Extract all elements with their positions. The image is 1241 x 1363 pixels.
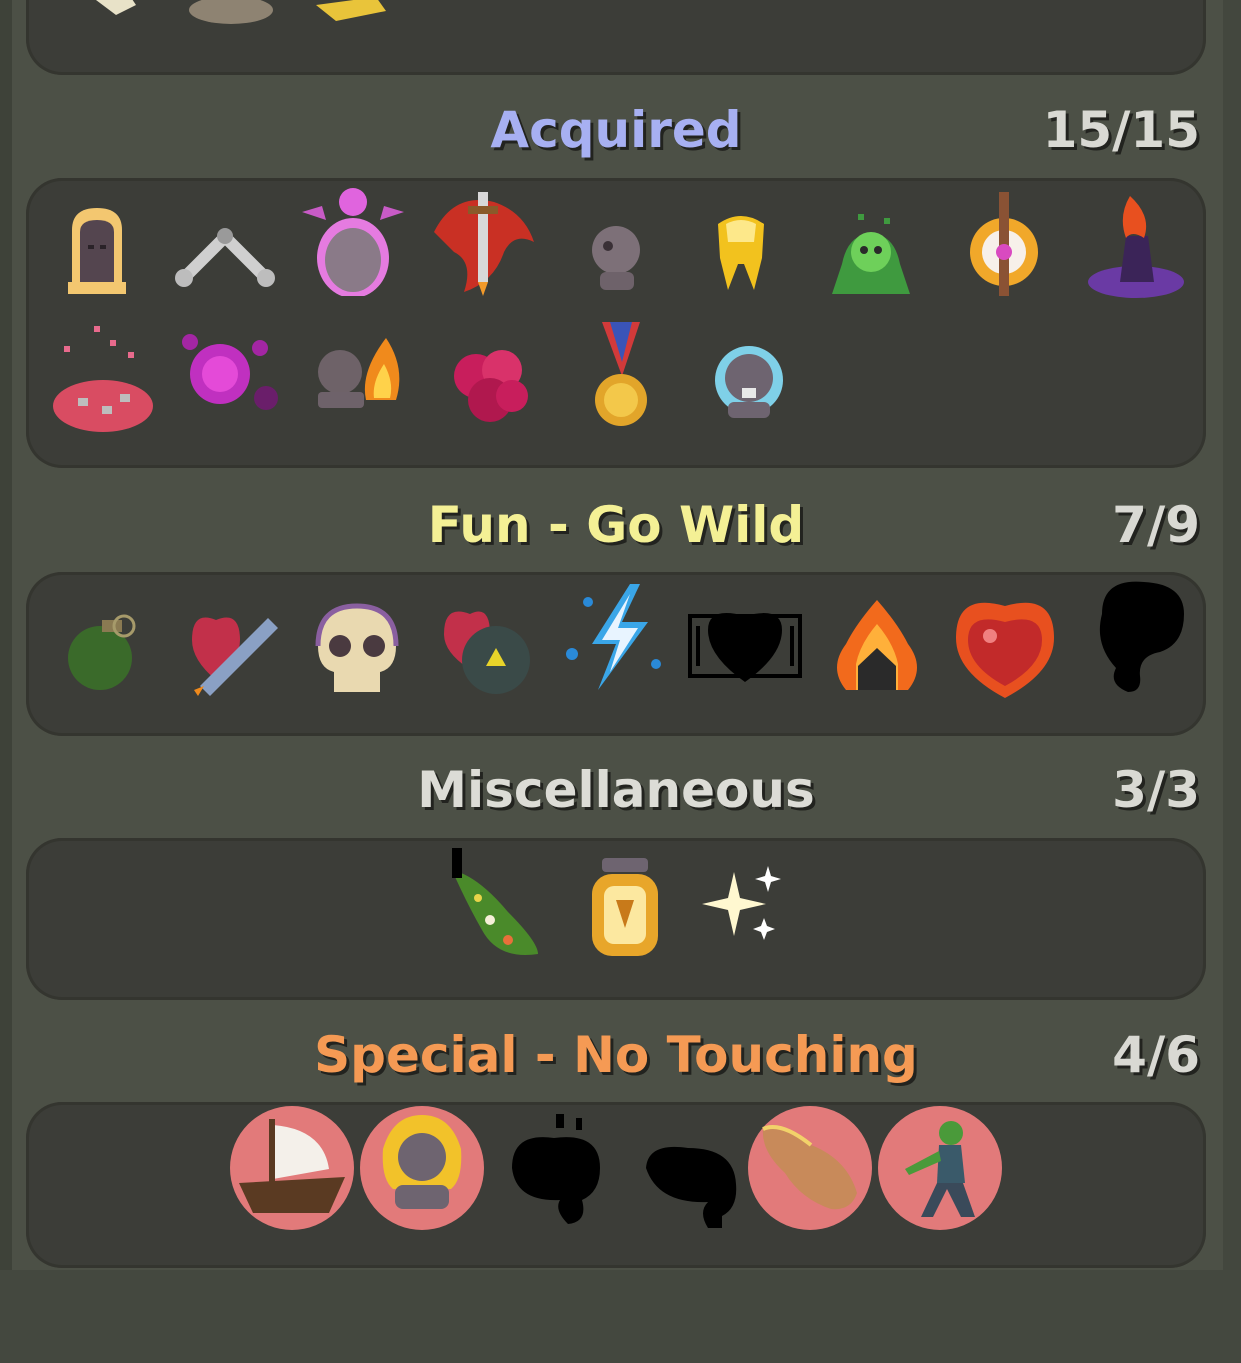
previous-section-panel bbox=[26, 0, 1206, 75]
red-dragon-sword-icon[interactable] bbox=[424, 182, 542, 300]
crimson-berry-cluster-icon[interactable] bbox=[432, 326, 550, 444]
section-count: 3/3 bbox=[1112, 761, 1200, 819]
special-panel bbox=[26, 1102, 1206, 1268]
golden-aura-bust-icon[interactable] bbox=[363, 1109, 481, 1227]
section-count: 7/9 bbox=[1112, 496, 1200, 554]
partial-icon bbox=[96, 0, 136, 15]
golden-haired-head-icon[interactable] bbox=[38, 190, 156, 308]
green-zombie-icon[interactable] bbox=[881, 1109, 999, 1227]
section-title: Miscellaneous bbox=[417, 761, 815, 819]
background-edge-left bbox=[0, 0, 12, 1363]
sailing-ship-icon[interactable] bbox=[233, 1109, 351, 1227]
section-title: Acquired bbox=[490, 101, 742, 159]
background-bottom bbox=[0, 1270, 1241, 1363]
golden-tooth-icon[interactable] bbox=[682, 194, 800, 312]
green-goblin-icon[interactable] bbox=[812, 194, 930, 312]
purple-virus-icon[interactable] bbox=[170, 318, 288, 436]
golden-sword-amulet-icon[interactable] bbox=[940, 186, 1058, 304]
section-title: Fun - Go Wild bbox=[427, 496, 805, 554]
locked-silhouette-icon[interactable] bbox=[504, 1112, 622, 1230]
fun-panel bbox=[26, 572, 1206, 736]
section-header-acquired: Acquired 15/15 bbox=[26, 95, 1206, 165]
locked-silhouette-icon[interactable] bbox=[1078, 574, 1196, 692]
acquired-panel bbox=[26, 178, 1206, 468]
burning-stone-bust-icon[interactable] bbox=[296, 328, 414, 446]
partial-icon bbox=[189, 0, 273, 24]
section-count: 4/6 bbox=[1112, 1026, 1200, 1084]
green-grenade-icon[interactable] bbox=[46, 592, 164, 710]
heart-bomb-icon[interactable] bbox=[430, 594, 548, 712]
heart-rocket-icon[interactable] bbox=[172, 590, 290, 708]
locked-heart-silhouette-icon[interactable] bbox=[686, 586, 804, 704]
small-stone-bust-icon[interactable] bbox=[554, 198, 672, 316]
flaming-heart-icon[interactable] bbox=[946, 582, 1064, 700]
sparkle-icon[interactable] bbox=[694, 858, 812, 976]
pink-ghost-bust-icon[interactable] bbox=[294, 178, 412, 296]
section-title: Special - No Touching bbox=[314, 1026, 918, 1084]
pink-spore-mushroom-icon[interactable] bbox=[44, 316, 162, 434]
section-header-misc: Miscellaneous 3/3 bbox=[26, 755, 1206, 825]
lightning-bolt-icon[interactable] bbox=[558, 578, 676, 696]
section-header-fun: Fun - Go Wild 7/9 bbox=[26, 490, 1206, 560]
pointing-hand-icon[interactable] bbox=[751, 1109, 869, 1227]
section-header-special: Special - No Touching 4/6 bbox=[26, 1020, 1206, 1090]
flaming-house-icon[interactable] bbox=[818, 594, 936, 712]
blue-aura-bust-icon[interactable] bbox=[690, 328, 808, 446]
gold-medal-icon[interactable] bbox=[562, 318, 680, 436]
locked-silhouette-icon[interactable] bbox=[638, 1128, 756, 1246]
golden-lantern-icon[interactable] bbox=[566, 852, 684, 970]
crossed-bones-icon[interactable] bbox=[166, 190, 284, 308]
misc-panel bbox=[26, 838, 1206, 1000]
scrollbar-track[interactable] bbox=[1223, 0, 1241, 1363]
purple-flame-cloak-icon[interactable] bbox=[1070, 186, 1188, 304]
flower-sleeve-icon[interactable] bbox=[438, 842, 556, 960]
partial-icon bbox=[316, 0, 386, 21]
skull-icon[interactable] bbox=[298, 592, 416, 710]
section-count: 15/15 bbox=[1042, 101, 1200, 159]
